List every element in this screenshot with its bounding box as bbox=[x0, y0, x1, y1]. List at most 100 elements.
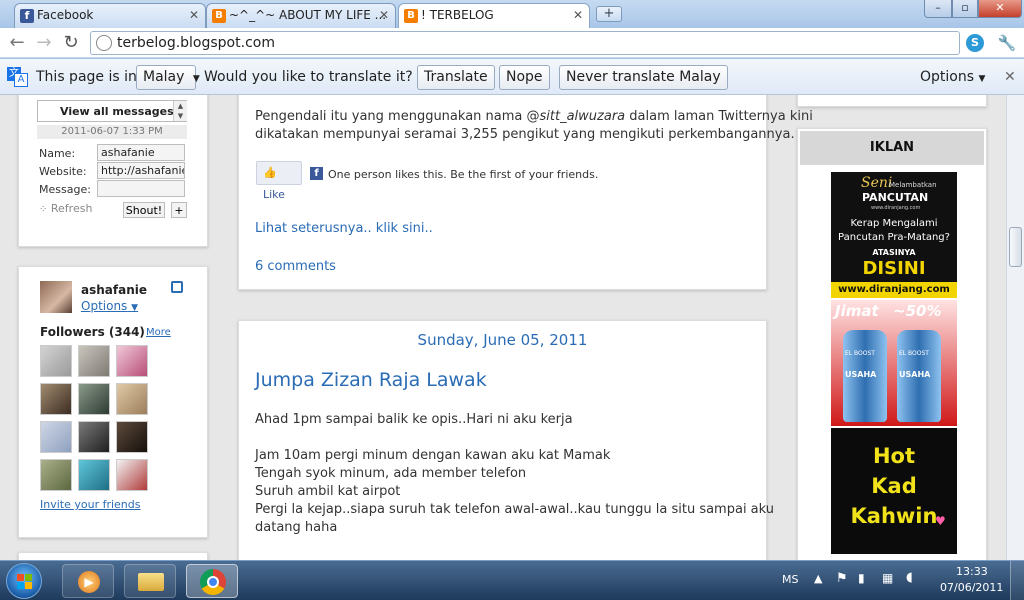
nope-button[interactable]: Nope bbox=[499, 65, 550, 90]
address-bar[interactable]: terbelog.blogspot.com bbox=[90, 31, 960, 55]
website-label: Website: bbox=[39, 165, 87, 178]
close-icon[interactable]: ✕ bbox=[1004, 69, 1016, 85]
tab-facebook[interactable]: f Facebook ✕ bbox=[14, 3, 206, 28]
close-window-button[interactable]: ✕ bbox=[978, 0, 1022, 18]
more-link[interactable]: More bbox=[146, 327, 171, 338]
volume-icon[interactable]: ◖ bbox=[906, 570, 913, 585]
ad-banner-jimat[interactable]: Jimat ~50% EL BOOST USAHA EL BOOST USAHA bbox=[831, 300, 957, 426]
follower-avatar[interactable] bbox=[78, 459, 110, 491]
never-translate-button[interactable]: Never translate Malay bbox=[559, 65, 728, 90]
heart-icon: ♥ bbox=[935, 514, 946, 528]
follower-avatar[interactable] bbox=[78, 421, 110, 453]
translate-button[interactable]: Translate bbox=[417, 65, 495, 90]
clock-date[interactable]: 07/06/2011 bbox=[940, 581, 1003, 594]
follower-avatar[interactable] bbox=[40, 345, 72, 377]
options-menu[interactable]: Options ▼ bbox=[920, 69, 985, 85]
close-icon[interactable]: ✕ bbox=[573, 8, 583, 22]
shoutbox-widget: View all messages ▲ ▼ 2011-06-07 1:33 PM … bbox=[18, 95, 208, 247]
invite-friends-link[interactable]: Invite your friends bbox=[40, 498, 141, 511]
ad-text: EL BOOST bbox=[845, 350, 875, 357]
ad-text: DISINI bbox=[862, 258, 926, 279]
shoutbox-list[interactable]: View all messages ▲ ▼ bbox=[37, 100, 187, 122]
follower-avatar[interactable] bbox=[40, 421, 72, 453]
network-icon[interactable]: ▦ bbox=[882, 571, 893, 585]
scrollbar-thumb[interactable] bbox=[1009, 227, 1022, 267]
like-button[interactable]: 👍 Like bbox=[256, 161, 302, 201]
maximize-button[interactable]: ▫ bbox=[952, 0, 978, 18]
message-label: Message: bbox=[39, 183, 91, 196]
windows-logo-icon bbox=[25, 582, 32, 589]
message-input[interactable] bbox=[97, 180, 185, 197]
forward-button[interactable]: → bbox=[33, 32, 55, 54]
bottle-image: EL BOOST USAHA bbox=[897, 330, 941, 422]
explorer-button[interactable] bbox=[124, 564, 176, 598]
windows-taskbar: ▶ MS ▲ ⚑ ▮ ▦ ◖ 13:33 07/06/2011 bbox=[0, 560, 1024, 600]
comments-link[interactable]: 6 comments bbox=[255, 259, 336, 274]
show-desktop-button[interactable] bbox=[1010, 561, 1024, 600]
language-indicator[interactable]: MS bbox=[782, 573, 798, 586]
vertical-scrollbar[interactable] bbox=[1006, 95, 1024, 560]
tab-terbelog[interactable]: B ! TERBELOG ✕ bbox=[398, 3, 590, 29]
ad-text: www.diranjang.com bbox=[871, 205, 921, 211]
follower-avatar[interactable] bbox=[116, 459, 148, 491]
follower-avatar[interactable] bbox=[116, 345, 148, 377]
show-hidden-icons[interactable]: ▲ bbox=[814, 572, 822, 585]
tab-title: ~^_^~ ABOUT MY LIFE ... bbox=[229, 8, 387, 22]
tab-about-my-life[interactable]: B ~^_^~ ABOUT MY LIFE ... ✕ bbox=[206, 3, 396, 28]
translate-message: This page is in bbox=[36, 69, 137, 85]
flag-icon[interactable]: ⚑ bbox=[836, 571, 848, 586]
website-input[interactable]: http://ashafanie-n bbox=[97, 162, 185, 179]
ad-text: EL BOOST bbox=[899, 350, 929, 357]
ad-banner-diranjang[interactable]: Seni Melambatkan PANCUTAN www.diranjang.… bbox=[831, 172, 957, 298]
close-icon[interactable]: ✕ bbox=[189, 8, 199, 22]
thumbs-up-icon: 👍 bbox=[263, 166, 277, 179]
bottle-image: EL BOOST USAHA bbox=[843, 330, 887, 422]
read-more-link[interactable]: Lihat seterusnya.. klik sini.. bbox=[255, 221, 433, 236]
post-card: Sunday, June 05, 2011 Jumpa Zizan Raja L… bbox=[238, 320, 774, 560]
follower-avatar[interactable] bbox=[40, 459, 72, 491]
start-button[interactable] bbox=[6, 563, 42, 599]
follower-avatar[interactable] bbox=[78, 383, 110, 415]
shout-timestamp: 2011-06-07 1:33 PM bbox=[37, 125, 187, 139]
language-select[interactable]: Malay ▼ bbox=[136, 65, 200, 90]
post-line: Jam 10am pergi minum dengan kawan aku ka… bbox=[255, 448, 611, 463]
post-text-segment: dalam laman Twitternya kini bbox=[625, 109, 813, 124]
facebook-icon: f bbox=[310, 167, 323, 180]
translate-infobar: 文 A This page is in Malay ▼ Would you li… bbox=[0, 59, 1024, 95]
chrome-button[interactable] bbox=[186, 564, 238, 598]
ads-widget: IKLAN Seni Melambatkan PANCUTAN www.dira… bbox=[797, 128, 987, 560]
ad-banner-kad-kahwin[interactable]: Hot Kad Kahwin ♥ bbox=[831, 428, 957, 554]
options-link[interactable]: Options ▼ bbox=[81, 299, 138, 313]
ads-header: IKLAN bbox=[800, 131, 984, 165]
back-button[interactable]: ← bbox=[6, 32, 28, 54]
scrollbar[interactable]: ▲ ▼ bbox=[173, 101, 187, 121]
wrench-icon[interactable]: 🔧 bbox=[996, 32, 1018, 54]
minimize-button[interactable]: – bbox=[924, 0, 952, 18]
expand-button[interactable]: + bbox=[171, 202, 187, 218]
followers-title: Followers (344) bbox=[40, 325, 145, 339]
twitter-handle: sitt_alwuzara bbox=[539, 109, 626, 124]
follower-avatar[interactable] bbox=[40, 383, 72, 415]
post-title[interactable]: Jumpa Zizan Raja Lawak bbox=[255, 369, 487, 391]
reload-button[interactable]: ↻ bbox=[60, 32, 82, 54]
avatar[interactable] bbox=[40, 281, 72, 313]
chrome-icon bbox=[200, 569, 226, 595]
media-player-button[interactable]: ▶ bbox=[62, 564, 114, 598]
name-input[interactable]: ashafanie bbox=[97, 144, 185, 161]
refresh-link[interactable]: ⁘ Refresh bbox=[39, 202, 92, 215]
extension-icon[interactable]: S bbox=[966, 34, 984, 52]
username: ashafanie bbox=[81, 283, 147, 297]
close-icon[interactable]: ✕ bbox=[379, 8, 389, 22]
popout-icon[interactable] bbox=[171, 281, 183, 293]
view-all-messages-link[interactable]: View all messages bbox=[60, 105, 174, 118]
ad-text: ATASINYA bbox=[872, 248, 916, 257]
new-tab-button[interactable]: + bbox=[596, 6, 622, 22]
clock-time[interactable]: 13:33 bbox=[956, 565, 988, 578]
shout-button[interactable]: Shout! bbox=[123, 202, 165, 218]
follower-avatar[interactable] bbox=[116, 421, 148, 453]
follower-avatar[interactable] bbox=[116, 383, 148, 415]
windows-logo-icon bbox=[25, 574, 32, 581]
follower-avatar[interactable] bbox=[78, 345, 110, 377]
post-line: datang haha bbox=[255, 520, 338, 535]
signal-icon[interactable]: ▮ bbox=[858, 571, 865, 585]
